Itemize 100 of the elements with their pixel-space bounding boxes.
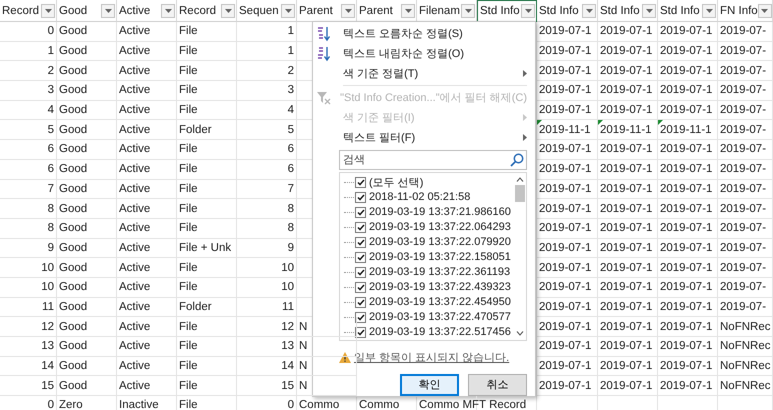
table-cell: 2019-07-1 [539,222,592,234]
filter-dropdown-button[interactable] [221,4,235,18]
caret-icon [464,8,472,12]
scroll-up-icon[interactable] [516,176,524,182]
table-cell: Zero [59,399,83,410]
checkbox[interactable] [355,176,366,188]
search-field[interactable]: 검색 [339,150,527,170]
checkbox[interactable] [355,296,366,308]
table-cell: 9 [288,242,294,254]
table-cell: 2019-07- [720,84,766,96]
filter-dropdown-button[interactable] [41,4,55,18]
table-cell: 2019-07-1 [600,262,652,274]
table-cell: 2019-07-1 [539,143,592,156]
value-label: 2019-03-19 13:37:22.361193 [369,266,510,278]
column-title: Good [59,4,88,16]
scroll-down-icon[interactable] [516,330,524,336]
sort-icon [317,46,331,62]
table-cell: 2019-07- [720,124,766,136]
filter-dropdown-button[interactable] [341,4,355,18]
table-cell: Active [119,340,150,352]
table-cell: Good [59,202,88,215]
column-title: FN Info [720,4,758,16]
table-cell: 15 [41,380,54,392]
table-cell: NoFNRec [720,340,770,352]
table-cell: N [299,360,308,372]
menu-item[interactable]: 텍스트 필터(F) [317,127,527,147]
column-title: Std Info [600,4,640,16]
filter-dropdown-button[interactable] [702,4,716,18]
checkbox[interactable] [355,282,366,293]
caret-icon [284,8,292,12]
menu-item[interactable]: 색 기준 정렬(T) [317,63,527,84]
table-cell: 11 [42,300,54,313]
table-cell: 2019-07- [720,300,766,313]
column-title: Filenam [419,4,460,16]
table-cell: 3 [48,84,54,96]
table-cell: 2019-07-1 [539,281,592,294]
filter-dropdown-button[interactable] [758,4,772,18]
table-cell: 2019-07-1 [600,25,652,38]
value-label: 2019-03-19 13:37:22.158051 [369,251,511,264]
table-cell: File [179,64,198,77]
table-cell: 2019-07-1 [600,281,652,294]
checkbox[interactable] [355,312,366,323]
table-cell: File [179,84,198,96]
table-cell: 2019-07-1 [539,182,592,195]
menu-item[interactable]: 텍스트 오름차순 정렬(S) [317,24,527,44]
table-cell: 5 [48,124,54,136]
filter-dropdown-button[interactable] [521,4,535,18]
table-cell: 13 [281,340,294,352]
table-cell: Good [59,340,88,352]
filter-dropdown-button[interactable] [161,4,175,18]
checkbox[interactable] [355,252,366,263]
table-cell: File [179,202,198,215]
table-cell: Active [119,64,150,77]
table-cell: 2019-07-1 [660,340,712,352]
table-cell: Good [59,222,88,234]
table-cell: Active [119,84,150,96]
table-cell: File [179,320,198,333]
checkbox[interactable] [355,192,366,203]
table-cell: Good [59,380,88,392]
caret-icon [344,8,352,12]
table-cell: 1 [288,25,294,38]
table-cell: File [179,45,198,58]
filter-dropdown-button[interactable] [401,4,415,18]
column-title: Record [2,4,40,16]
table-cell: 15 [281,380,294,392]
checkbox[interactable] [355,266,366,278]
table-cell: 6 [48,163,54,176]
column-title: Std Info [539,4,579,16]
table-cell: 2019-07- [720,104,766,116]
table-cell: Good [59,25,88,38]
filter-dropdown-button[interactable] [642,4,656,18]
table-cell: 2019-07-1 [600,64,652,77]
caret-icon [761,8,768,12]
filter-dropdown-button[interactable] [101,4,115,18]
filter-dropdown-button[interactable] [582,4,596,18]
table-cell: 2019-07-1 [600,222,652,234]
table-cell: 2019-07-1 [539,163,592,176]
value-label: 2019-03-19 13:37:22.454950 [369,296,511,308]
checkbox[interactable] [355,206,366,218]
checkbox[interactable] [355,222,366,233]
value-label: 2019-03-19 13:37:22.079920 [369,236,511,248]
value-label: (모두 선택) [369,176,424,190]
column-title: Sequen [239,4,279,16]
filter-dropdown-button[interactable] [461,4,475,18]
filter-dropdown-button[interactable] [281,4,295,18]
checkbox[interactable] [355,236,366,248]
table-cell: 2019-07-1 [600,84,652,96]
table-cell: 2019-07-1 [539,380,592,392]
table-cell: 2019-07-1 [539,84,592,96]
cancel-button[interactable]: 취소 [468,374,527,396]
table-cell: File + Unk [179,242,232,254]
table-cell: 2019-07-1 [539,340,592,352]
table-cell: File [179,399,198,410]
menu-item[interactable]: 텍스트 내림차순 정렬(O) [317,44,527,64]
value-label: 2019-03-19 13:37:22.439323 [369,281,511,294]
ok-button[interactable]: 확인 [400,374,459,396]
scroll-thumb[interactable] [514,184,524,202]
checkbox[interactable] [355,326,366,338]
column-title: Std Info [660,4,700,16]
caret-icon [524,9,532,13]
